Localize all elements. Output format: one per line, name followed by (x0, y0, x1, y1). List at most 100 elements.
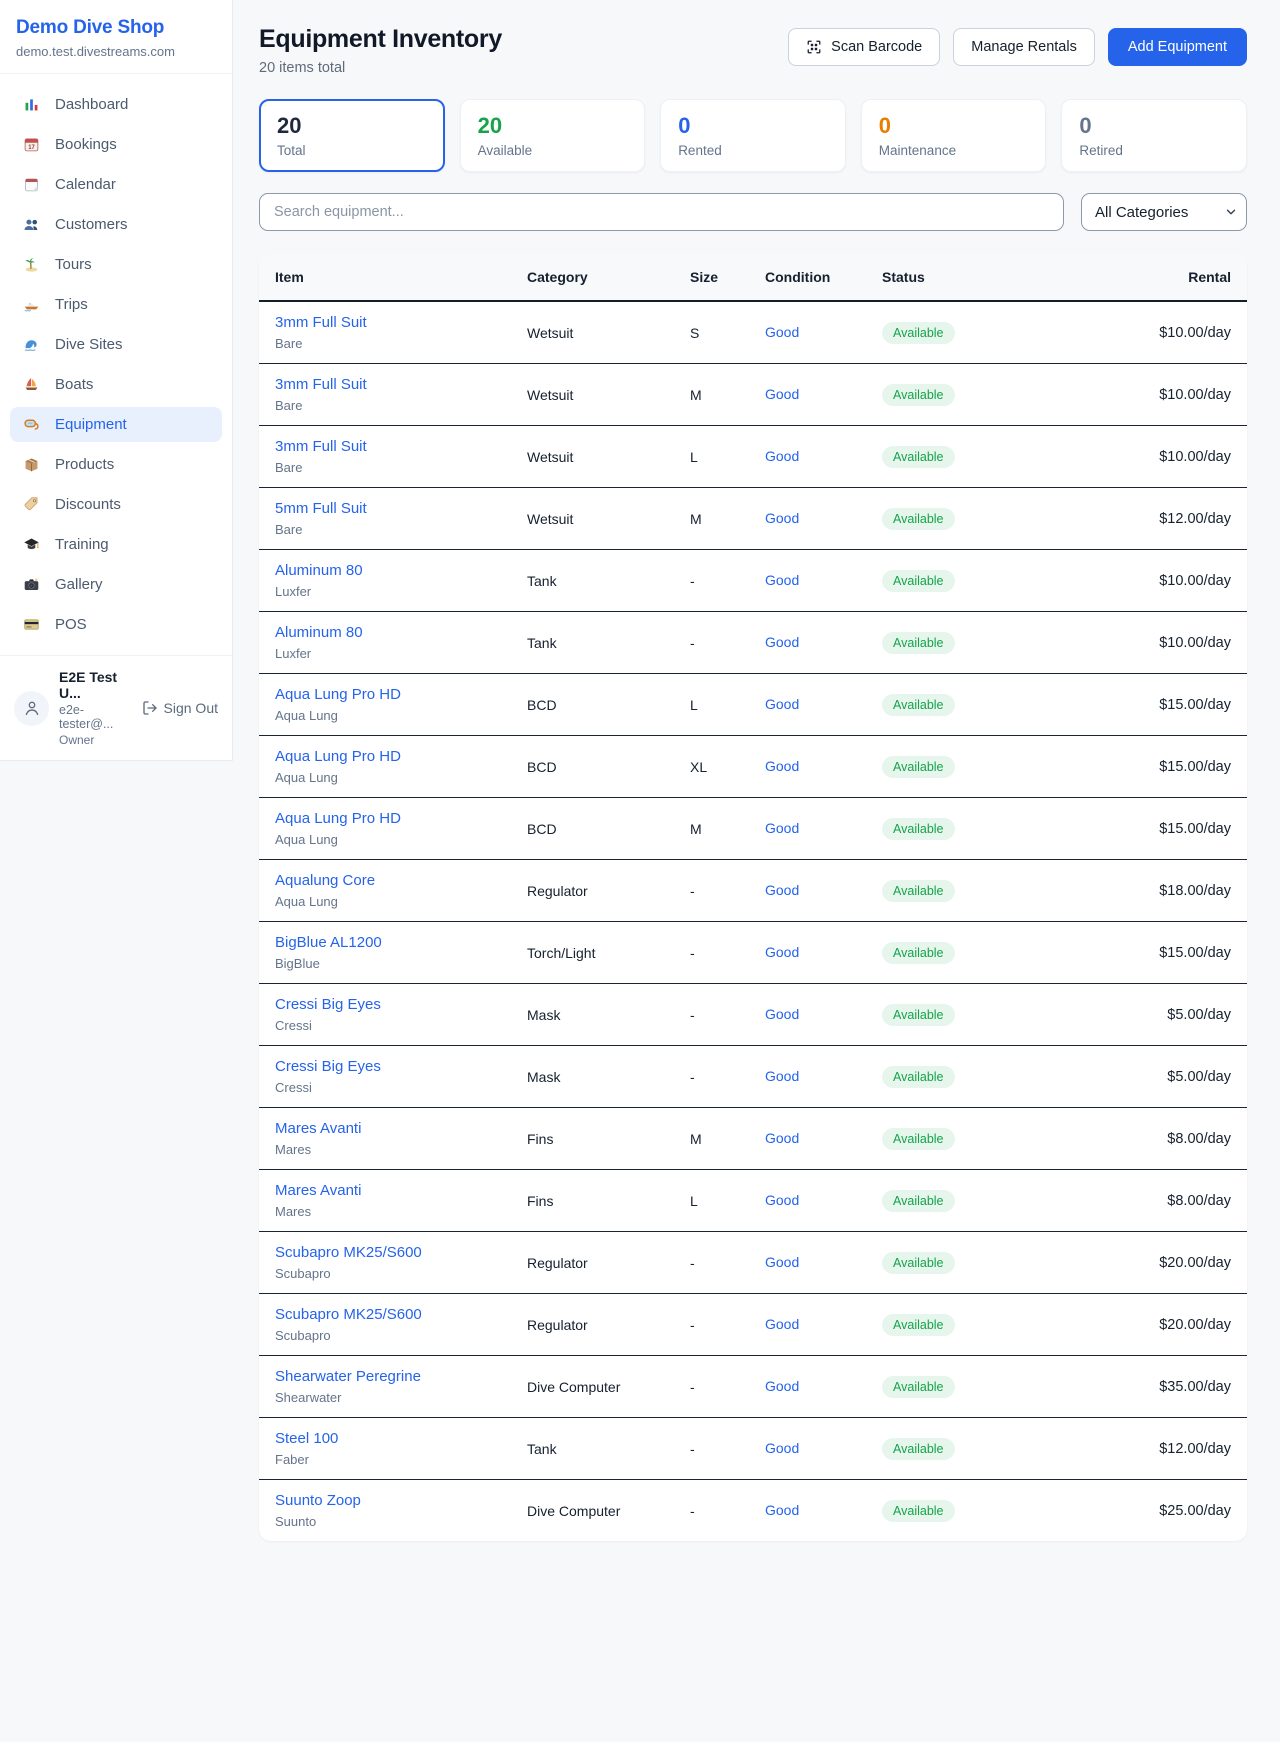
filter-row: All Categories (259, 193, 1247, 231)
scan-barcode-button[interactable]: Scan Barcode (788, 28, 940, 66)
item-condition-link[interactable]: Good (765, 1192, 799, 1208)
sign-out-button[interactable]: Sign Out (142, 700, 218, 716)
item-link[interactable]: Cressi Big Eyes (275, 996, 381, 1013)
stat-card-available[interactable]: 20 Available (460, 99, 646, 172)
item-rental: $10.00/day (1064, 301, 1247, 364)
sidebar: Demo Dive Shop demo.test.divestreams.com… (0, 0, 233, 761)
trips-icon (23, 296, 40, 313)
item-brand: Aqua Lung (275, 770, 495, 785)
sidebar-item-trips[interactable]: Trips (10, 287, 222, 322)
sidebar-nav: Dashboard 17 Bookings Calendar Customers… (0, 74, 232, 655)
item-link[interactable]: Cressi Big Eyes (275, 1058, 381, 1075)
sidebar-item-boats[interactable]: Boats (10, 367, 222, 402)
item-brand: Luxfer (275, 584, 495, 599)
item-link[interactable]: Mares Avanti (275, 1120, 361, 1137)
item-condition-link[interactable]: Good (765, 882, 799, 898)
item-condition-link[interactable]: Good (765, 1006, 799, 1022)
item-size: M (674, 1108, 749, 1170)
item-rental: $20.00/day (1064, 1232, 1247, 1294)
item-condition-link[interactable]: Good (765, 324, 799, 340)
item-link[interactable]: Aqua Lung Pro HD (275, 748, 401, 765)
item-size: M (674, 798, 749, 860)
sidebar-item-dashboard[interactable]: Dashboard (10, 87, 222, 122)
status-badge: Available (882, 694, 955, 716)
item-condition-link[interactable]: Good (765, 1378, 799, 1394)
item-link[interactable]: 5mm Full Suit (275, 500, 367, 517)
item-condition-link[interactable]: Good (765, 1068, 799, 1084)
item-link[interactable]: BigBlue AL1200 (275, 934, 382, 951)
item-link[interactable]: Shearwater Peregrine (275, 1368, 421, 1385)
stat-card-maintenance[interactable]: 0 Maintenance (861, 99, 1047, 172)
sidebar-item-equipment[interactable]: Equipment (10, 407, 222, 442)
pos-icon (23, 616, 40, 633)
item-link[interactable]: Scubapro MK25/S600 (275, 1244, 422, 1261)
item-category: Wetsuit (511, 488, 674, 550)
item-condition-link[interactable]: Good (765, 758, 799, 774)
status-badge: Available (882, 570, 955, 592)
item-link[interactable]: Mares Avanti (275, 1182, 361, 1199)
item-condition-link[interactable]: Good (765, 820, 799, 836)
table-row: Aqualung Core Aqua Lung Regulator - Good… (259, 860, 1247, 922)
item-condition-link[interactable]: Good (765, 386, 799, 402)
item-category: Tank (511, 550, 674, 612)
sidebar-item-dive-sites[interactable]: Dive Sites (10, 327, 222, 362)
item-condition-link[interactable]: Good (765, 944, 799, 960)
item-category: Wetsuit (511, 426, 674, 488)
sidebar-item-gallery[interactable]: Gallery (10, 567, 222, 602)
status-badge: Available (882, 1500, 955, 1522)
item-link[interactable]: Aqua Lung Pro HD (275, 810, 401, 827)
item-category: BCD (511, 798, 674, 860)
item-condition-link[interactable]: Good (765, 1130, 799, 1146)
item-condition-link[interactable]: Good (765, 448, 799, 464)
sidebar-item-pos[interactable]: POS (10, 607, 222, 642)
sidebar-item-bookings[interactable]: 17 Bookings (10, 127, 222, 162)
status-badge: Available (882, 1066, 955, 1088)
item-link[interactable]: Steel 100 (275, 1430, 338, 1447)
sidebar-item-training[interactable]: Training (10, 527, 222, 562)
sidebar-item-customers[interactable]: Customers (10, 207, 222, 242)
item-condition-link[interactable]: Good (765, 634, 799, 650)
item-link[interactable]: Aqualung Core (275, 872, 375, 889)
item-condition-link[interactable]: Good (765, 1502, 799, 1518)
item-link[interactable]: Aqua Lung Pro HD (275, 686, 401, 703)
item-condition-link[interactable]: Good (765, 510, 799, 526)
item-link[interactable]: 3mm Full Suit (275, 314, 367, 331)
item-rental: $10.00/day (1064, 364, 1247, 426)
status-badge: Available (882, 508, 955, 530)
item-link[interactable]: 3mm Full Suit (275, 376, 367, 393)
stat-card-rented[interactable]: 0 Rented (660, 99, 846, 172)
scan-barcode-icon (806, 39, 822, 55)
item-condition-link[interactable]: Good (765, 1254, 799, 1270)
sidebar-item-discounts[interactable]: Discounts (10, 487, 222, 522)
item-link[interactable]: Aluminum 80 (275, 562, 363, 579)
item-condition-link[interactable]: Good (765, 1316, 799, 1332)
stat-value: 0 (678, 113, 828, 139)
item-category: Tank (511, 612, 674, 674)
item-link[interactable]: Suunto Zoop (275, 1492, 361, 1509)
search-input[interactable] (259, 193, 1064, 231)
user-role: Owner (59, 733, 132, 747)
item-size: M (674, 364, 749, 426)
item-condition-link[interactable]: Good (765, 1440, 799, 1456)
table-row: Aqua Lung Pro HD Aqua Lung BCD L Good Av… (259, 674, 1247, 736)
manage-rentals-button[interactable]: Manage Rentals (953, 28, 1095, 66)
category-select[interactable]: All Categories (1081, 193, 1247, 231)
equipment-table-body: 3mm Full Suit Bare Wetsuit S Good Availa… (259, 301, 1247, 1541)
item-rental: $18.00/day (1064, 860, 1247, 922)
item-rental: $8.00/day (1064, 1170, 1247, 1232)
item-size: M (674, 488, 749, 550)
item-condition-link[interactable]: Good (765, 696, 799, 712)
item-link[interactable]: 3mm Full Suit (275, 438, 367, 455)
item-link[interactable]: Aluminum 80 (275, 624, 363, 641)
item-category: Dive Computer (511, 1356, 674, 1418)
add-equipment-button[interactable]: Add Equipment (1108, 28, 1247, 66)
item-link[interactable]: Scubapro MK25/S600 (275, 1306, 422, 1323)
sidebar-item-products[interactable]: Products (10, 447, 222, 482)
item-category: Wetsuit (511, 364, 674, 426)
sidebar-item-tours[interactable]: Tours (10, 247, 222, 282)
item-condition-link[interactable]: Good (765, 572, 799, 588)
item-size: L (674, 674, 749, 736)
stat-card-total[interactable]: 20 Total (259, 99, 445, 172)
sidebar-item-calendar[interactable]: Calendar (10, 167, 222, 202)
stat-card-retired[interactable]: 0 Retired (1061, 99, 1247, 172)
